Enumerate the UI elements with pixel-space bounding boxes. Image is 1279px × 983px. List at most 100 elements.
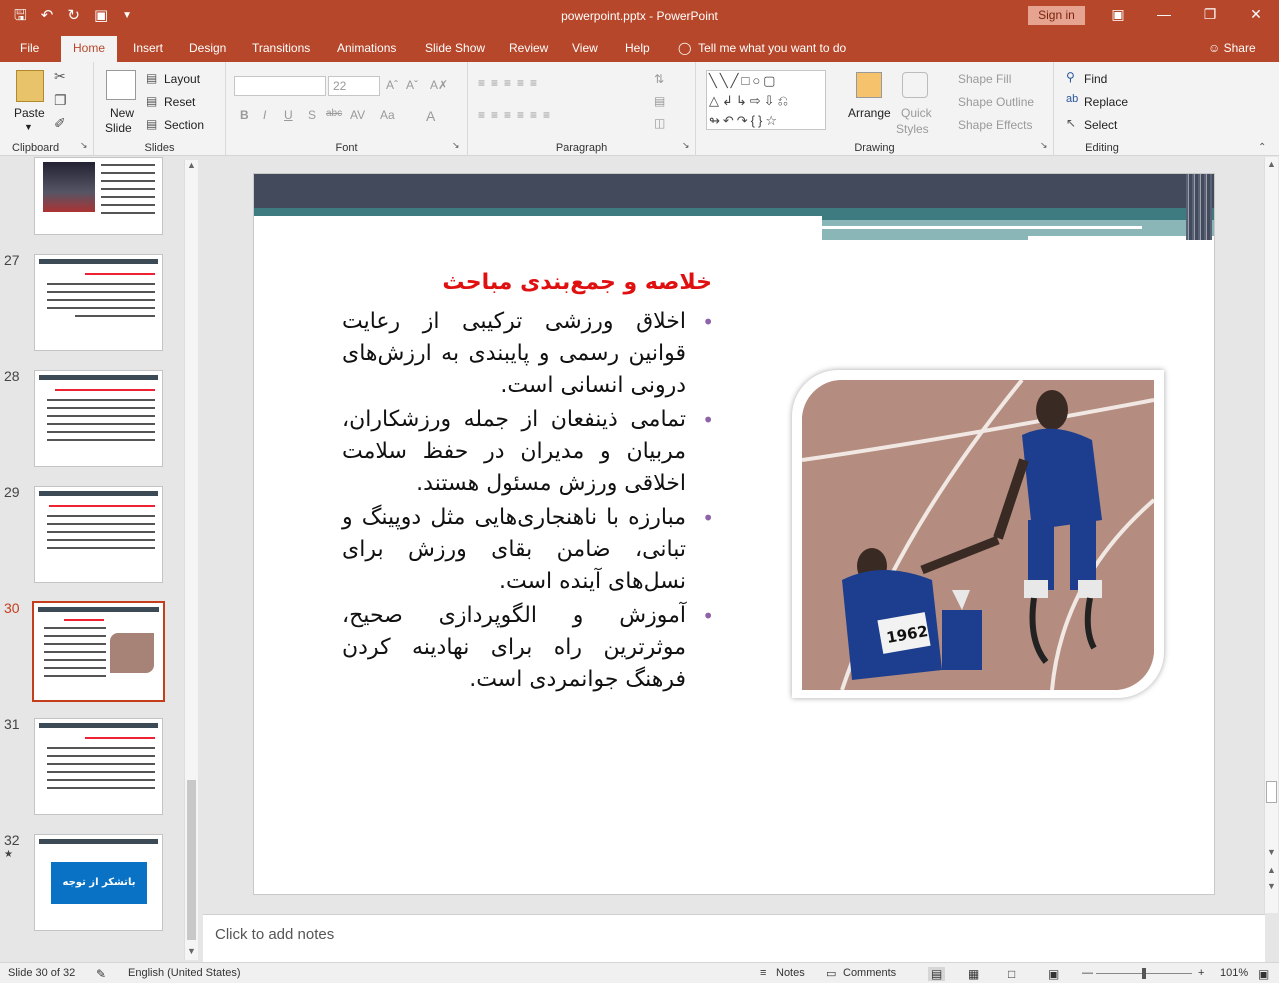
tab-transitions[interactable]: Transitions: [252, 41, 310, 55]
reset-button[interactable]: Reset: [164, 95, 195, 109]
select-button[interactable]: Select: [1084, 118, 1117, 132]
tab-review[interactable]: Review: [509, 41, 548, 55]
thumbnail-slide-27[interactable]: [34, 254, 163, 351]
previous-slide-icon[interactable]: ▲: [1267, 865, 1276, 875]
font-color-icon[interactable]: A: [426, 108, 435, 124]
clipboard-launcher-icon[interactable]: ↘: [80, 140, 88, 151]
change-case-icon[interactable]: Aa: [380, 108, 395, 122]
replace-button[interactable]: Replace: [1084, 95, 1128, 109]
paste-button[interactable]: Paste: [14, 106, 45, 120]
quick-styles-line2[interactable]: Styles: [896, 122, 929, 136]
character-spacing-icon[interactable]: AV: [350, 108, 365, 122]
paragraph-launcher-icon[interactable]: ↘: [682, 140, 690, 151]
shadow-button[interactable]: S: [308, 108, 316, 122]
align-text-icon[interactable]: ▤: [654, 94, 665, 108]
slide-body-text[interactable]: اخلاق ورزشی ترکیبی از رعایت قوانین رسمی …: [342, 306, 714, 698]
spell-check-icon[interactable]: ✎: [96, 967, 106, 981]
decrease-font-icon[interactable]: Aˇ: [406, 78, 418, 92]
paste-dropdown-icon[interactable]: ▼: [24, 122, 33, 132]
shape-fill-button[interactable]: Shape Fill: [958, 72, 1011, 86]
slide-sorter-view-icon[interactable]: ▦: [968, 967, 979, 981]
increase-font-icon[interactable]: Aˆ: [386, 78, 398, 92]
zoom-slider-thumb[interactable]: [1142, 968, 1146, 979]
new-slide-icon[interactable]: [106, 70, 136, 100]
thumbnail-slide-28[interactable]: [34, 370, 163, 467]
ribbon-display-options-icon[interactable]: ▣: [1108, 6, 1128, 23]
text-direction-icon[interactable]: ⇅: [654, 72, 664, 86]
thumbnail-slide-31[interactable]: [34, 718, 163, 815]
zoom-in-icon[interactable]: +: [1198, 967, 1204, 979]
scroll-up-icon[interactable]: ▲: [187, 160, 196, 170]
thumbnail-slide-30[interactable]: [32, 601, 165, 702]
shape-effects-button[interactable]: Shape Effects: [958, 118, 1033, 132]
drawing-launcher-icon[interactable]: ↘: [1040, 140, 1048, 151]
quick-styles-line1[interactable]: Quick: [901, 106, 932, 120]
fit-slide-icon[interactable]: ▣: [1258, 967, 1269, 981]
font-launcher-icon[interactable]: ↘: [452, 140, 460, 151]
section-button[interactable]: Section: [164, 118, 204, 132]
notes-pane[interactable]: Click to add notes: [203, 914, 1265, 962]
clear-formatting-icon[interactable]: A✗: [430, 78, 448, 92]
arrange-icon[interactable]: [856, 72, 882, 98]
font-name-combo[interactable]: [234, 76, 326, 96]
new-slide-button-line1[interactable]: New: [110, 106, 134, 120]
reading-view-icon[interactable]: □: [1008, 967, 1015, 981]
notes-toggle-icon[interactable]: ≡: [760, 967, 766, 979]
format-painter-icon[interactable]: ✐: [54, 115, 66, 132]
notes-toggle[interactable]: Notes: [776, 967, 805, 979]
list-buttons[interactable]: ≡≡≡≡≡: [478, 76, 543, 90]
athletes-photo[interactable]: 1962: [802, 380, 1154, 690]
thumbnail-scrollbar[interactable]: ▲ ▼: [184, 160, 198, 960]
scroll-up-icon[interactable]: ▲: [1267, 159, 1276, 169]
shape-outline-button[interactable]: Shape Outline: [958, 95, 1034, 109]
shapes-gallery[interactable]: ╲╲╱□○▢ △↲↳⇨⇩⎌ ↬↶↷{}☆: [706, 70, 826, 130]
alignment-buttons[interactable]: ≡≡≡≡≡≡: [478, 108, 556, 122]
copy-icon[interactable]: ❐: [54, 92, 67, 109]
close-icon[interactable]: ✕: [1246, 6, 1266, 23]
zoom-out-icon[interactable]: —: [1082, 967, 1093, 979]
tab-design[interactable]: Design: [189, 41, 226, 55]
tab-help[interactable]: Help: [625, 41, 650, 55]
restore-icon[interactable]: ❐: [1200, 6, 1220, 23]
bold-button[interactable]: B: [240, 108, 249, 122]
thumbnail-slide-26[interactable]: [34, 157, 163, 235]
sign-in-button[interactable]: Sign in: [1028, 6, 1085, 25]
collapse-ribbon-icon[interactable]: ⌃: [1258, 142, 1266, 153]
strikethrough-button[interactable]: abc: [326, 108, 342, 119]
scroll-thumb[interactable]: [187, 780, 196, 940]
cut-icon[interactable]: ✂: [54, 68, 66, 85]
new-slide-button-line2[interactable]: Slide: [105, 121, 132, 135]
layout-button[interactable]: Layout: [164, 72, 200, 86]
canvas-scrollbar[interactable]: ▲ ▼ ▲ ▼: [1264, 157, 1278, 913]
slide-30[interactable]: خلاصه و جمع‌بندی مباحث اخلاق ورزشی ترکیب…: [254, 174, 1214, 894]
slideshow-view-icon[interactable]: ▣: [1048, 967, 1059, 981]
quick-styles-icon[interactable]: [902, 72, 928, 98]
next-slide-icon[interactable]: ▼: [1267, 881, 1276, 891]
font-size-combo[interactable]: 22: [328, 76, 380, 96]
notes-placeholder[interactable]: Click to add notes: [215, 926, 334, 943]
comments-icon[interactable]: ▭: [826, 967, 836, 980]
tab-insert[interactable]: Insert: [133, 41, 163, 55]
slide-title[interactable]: خلاصه و جمع‌بندی مباحث: [404, 270, 712, 295]
comments-toggle[interactable]: Comments: [843, 967, 896, 979]
find-button[interactable]: Find: [1084, 72, 1107, 86]
scroll-down-icon[interactable]: ▼: [1267, 847, 1276, 857]
tab-animations[interactable]: Animations: [337, 41, 396, 55]
underline-button[interactable]: U: [284, 108, 293, 122]
scroll-thumb[interactable]: [1266, 781, 1277, 803]
zoom-level[interactable]: 101%: [1220, 967, 1248, 979]
share-button[interactable]: ☺ Share: [1208, 41, 1256, 55]
tab-view[interactable]: View: [572, 41, 598, 55]
paste-icon[interactable]: [16, 70, 44, 102]
language-indicator[interactable]: English (United States): [128, 967, 241, 979]
smartart-icon[interactable]: ◫: [654, 116, 665, 130]
arrange-button[interactable]: Arrange: [848, 106, 891, 120]
italic-button[interactable]: I: [263, 108, 266, 122]
scroll-down-icon[interactable]: ▼: [187, 946, 196, 956]
thumbnail-slide-32[interactable]: باتشکر از توجه شما: [34, 834, 163, 931]
minimize-icon[interactable]: —: [1154, 6, 1174, 22]
tab-slide-show[interactable]: Slide Show: [425, 41, 485, 55]
tab-home[interactable]: Home: [61, 36, 118, 62]
normal-view-icon[interactable]: ▤: [928, 967, 946, 981]
thumbnail-slide-29[interactable]: [34, 486, 163, 583]
